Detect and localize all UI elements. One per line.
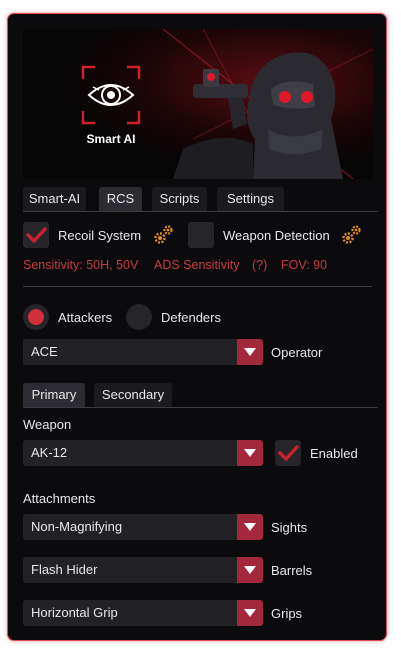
- sights-value: Non-Magnifying: [31, 519, 123, 534]
- chevron-down-icon[interactable]: [237, 440, 263, 466]
- barrels-label: Barrels: [271, 563, 313, 578]
- check-icon: [26, 227, 47, 243]
- ads-sensitivity-text[interactable]: ADS Sensitivity: [154, 258, 239, 272]
- defenders-label: Defenders: [161, 310, 221, 325]
- grips-label: Grips: [271, 606, 303, 621]
- weapon-enabled-checkbox[interactable]: [275, 440, 301, 466]
- grips-value: Horizontal Grip: [31, 605, 118, 620]
- brand-name: Smart AI: [86, 132, 136, 146]
- weapon-enabled-label: Enabled: [310, 446, 358, 461]
- attachments-section-label: Attachments: [23, 491, 96, 506]
- tab-primary[interactable]: Primary: [23, 383, 85, 407]
- defenders-radio[interactable]: [126, 304, 152, 330]
- weapon-detection-gear-icon[interactable]: [341, 223, 363, 245]
- barrels-select[interactable]: Flash Hider: [23, 557, 263, 583]
- attackers-radio[interactable]: [23, 304, 49, 330]
- attackers-label: Attackers: [58, 310, 113, 325]
- operator-select[interactable]: ACE: [23, 339, 263, 365]
- chevron-down-icon[interactable]: [237, 514, 263, 540]
- recoil-system-checkbox[interactable]: [23, 222, 49, 248]
- recoil-system-label: Recoil System: [58, 228, 142, 243]
- weapon-value: AK-12: [31, 445, 68, 460]
- tab-rcs[interactable]: RCS: [99, 187, 142, 211]
- app-window: Smart AI Smart-AI RCS Scripts Settings R…: [7, 13, 387, 641]
- sensitivity-text[interactable]: Sensitivity: 50H, 50V: [23, 258, 138, 272]
- radio-dot: [28, 309, 44, 325]
- section-divider: [23, 286, 372, 287]
- chevron-down-icon[interactable]: [237, 600, 263, 626]
- sights-select[interactable]: Non-Magnifying: [23, 514, 263, 540]
- sights-label: Sights: [271, 520, 308, 535]
- barrels-value: Flash Hider: [31, 562, 98, 577]
- tab-divider: [23, 211, 378, 212]
- banner-artwork: [23, 29, 373, 179]
- recoil-settings-gear-icon[interactable]: [153, 223, 175, 245]
- weapon-detection-checkbox[interactable]: [188, 222, 214, 248]
- check-icon: [278, 445, 299, 461]
- operator-value: ACE: [31, 344, 58, 359]
- weapon-detection-label: Weapon Detection: [223, 228, 330, 243]
- tab-secondary[interactable]: Secondary: [94, 383, 172, 407]
- chevron-down-icon[interactable]: [237, 557, 263, 583]
- grips-select[interactable]: Horizontal Grip: [23, 600, 263, 626]
- operator-label: Operator: [271, 345, 323, 360]
- help-link[interactable]: (?): [252, 258, 267, 272]
- weapon-section-label: Weapon: [23, 417, 72, 432]
- banner: Smart AI: [23, 29, 373, 179]
- tab-settings[interactable]: Settings: [217, 187, 284, 211]
- logo-eye-icon: [81, 65, 141, 125]
- tab-smart-ai[interactable]: Smart-AI: [23, 187, 86, 211]
- weapon-select[interactable]: AK-12: [23, 440, 263, 466]
- fov-text[interactable]: FOV: 90: [281, 258, 327, 272]
- tab-scripts[interactable]: Scripts: [152, 187, 207, 211]
- weapon-tab-divider: [23, 407, 378, 408]
- chevron-down-icon[interactable]: [237, 339, 263, 365]
